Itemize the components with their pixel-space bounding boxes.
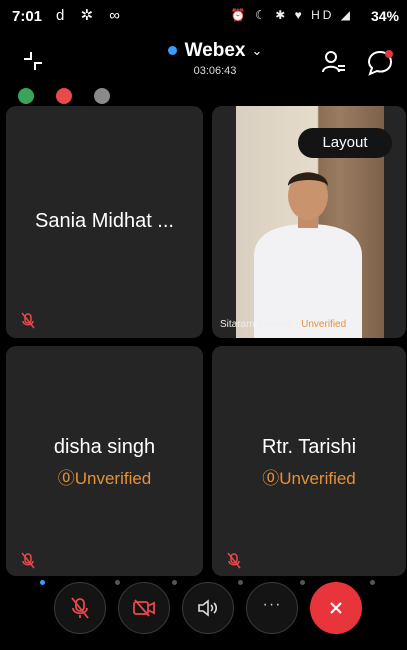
video-participant-name: Sitaram Sharma [220,319,293,330]
status-bar: 7:01 d ✲ ∞ ⏰ ☾ ✱ ♥ HD ◢ 34% [0,0,407,34]
audio-output-button[interactable] [182,582,234,634]
label-separator: - [292,319,302,330]
participant-status: ⓪Unverified [262,469,356,488]
meeting-header: Webex ⌄ 03:06:43 [0,34,407,94]
reaction-thumbs-icon[interactable] [18,88,34,104]
page-dot [238,580,243,585]
reaction-heart-icon[interactable] [56,88,72,104]
layout-button[interactable]: Layout [298,128,392,158]
more-options-button[interactable]: ··· [246,582,298,634]
secure-meeting-icon [167,46,177,56]
page-dot-active [40,580,45,585]
video-off-icon [133,599,155,617]
chevron-down-icon: ⌄ [251,42,263,58]
participant-name: disha singh [53,436,156,458]
mic-muted-icon [20,552,36,570]
app-title: Webex [184,40,246,61]
mute-button[interactable] [54,582,106,634]
more-icon: ··· [262,596,282,613]
video-participant-status: Unverified [301,319,347,330]
call-controls: ··· [0,576,407,650]
mic-muted-icon [71,597,89,619]
close-icon [330,602,342,614]
mic-muted-icon [20,312,36,330]
participants-icon[interactable] [320,48,348,76]
page-dot [172,580,177,585]
participant-status: ⓪Unverified [57,469,152,488]
participant-tile[interactable]: Sania Midhat ... [6,106,203,338]
chat-icon[interactable] [366,48,394,76]
participant-name: Sania Midhat ... [35,210,174,232]
page-dot [300,580,305,585]
speaker-icon [198,599,218,617]
status-right-icons: ⏰ ☾ ✱ ♥ HD ◢ [230,8,353,22]
status-time: 7:01 [12,8,43,25]
meeting-title-dropdown[interactable]: Webex ⌄ 03:06:43 [150,40,280,77]
minimize-icon[interactable] [20,48,46,74]
page-dot [115,580,120,585]
participant-name: Rtr. Tarishi [261,436,357,458]
participant-video-tile[interactable]: Layout Sitaram Sharma - Unverified [212,106,406,338]
mic-muted-icon [226,552,242,570]
page-dot [370,580,375,585]
participant-tile[interactable]: Rtr. Tarishi ⓪Unverified [212,346,406,576]
meeting-duration: 03:06:43 [193,65,237,77]
battery-level: 34% [370,8,399,24]
reaction-gray-icon[interactable] [94,88,110,104]
status-left-icons: d ✲ ∞ [56,7,126,24]
end-call-button[interactable] [310,582,362,634]
video-toggle-button[interactable] [118,582,170,634]
video-name-label: Sitaram Sharma - Unverified [220,319,346,330]
participant-tile[interactable]: disha singh ⓪Unverified [6,346,203,576]
